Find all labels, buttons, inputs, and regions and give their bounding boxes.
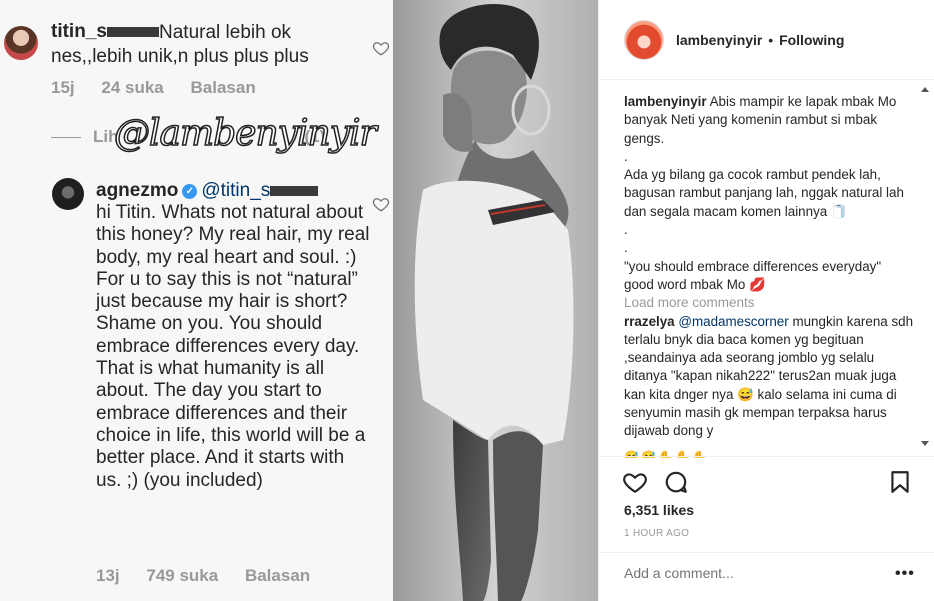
scroll-up-arrow[interactable] [921, 87, 929, 92]
likes-count[interactable]: 6,351 likes [624, 502, 694, 518]
add-comment-bar: ••• [599, 552, 934, 596]
comment-username[interactable]: rrazelya [624, 314, 675, 329]
comment2-header: agnezmo ✓ @titin_s [96, 180, 319, 202]
like-button[interactable] [622, 469, 648, 495]
caption: lambenyinyir Abis mampir ke lapak mbak M… [624, 94, 897, 146]
post-header: lambenyinyir • Following [599, 0, 934, 80]
heart-icon [372, 39, 390, 57]
comments-list[interactable]: lambenyinyir Abis mampir ke lapak mbak M… [624, 93, 914, 453]
comment1-time: 15j [51, 78, 75, 97]
comment1-reply: Balasan [190, 78, 256, 97]
bookmark-icon [891, 471, 909, 493]
comment1-meta: 15j 24 suka Balasan [51, 78, 278, 98]
save-button[interactable] [887, 469, 913, 495]
heart-icon [623, 473, 647, 494]
comment-mention[interactable]: @madamescorner [678, 314, 788, 329]
comment2-meta: 13j 749 suka Balasan [96, 566, 332, 586]
agnezmo-avatar [52, 178, 84, 210]
more-options-button[interactable]: ••• [895, 565, 915, 583]
action-bar [599, 456, 934, 502]
comment-icon [665, 471, 687, 493]
comment1-likes: 24 suka [101, 78, 164, 97]
comment2-reply: Balasan [244, 566, 311, 585]
comment-item: rrazelya @madamescorner mungkin karena s… [624, 313, 914, 439]
censor-bar [270, 185, 319, 196]
post-photo[interactable] [393, 0, 598, 601]
watermark: @lambenyinyir [113, 112, 377, 155]
comment2-likes: 749 suka [146, 566, 219, 585]
embedded-comment-screenshot: titin_s Natural lebih ok nes,,lebih unik… [0, 0, 393, 601]
verified-badge-icon: ✓ [182, 184, 198, 199]
load-more-comments[interactable]: Load more comments [624, 294, 914, 312]
post-sidebar: lambenyinyir • Following lambenyinyir Ab… [598, 0, 934, 601]
reply-divider [51, 137, 81, 139]
scroll-down-arrow[interactable] [921, 441, 929, 446]
photo-illustration [393, 0, 598, 601]
comment1-text: Natural lebih ok nes,,lebih unik,n plus … [51, 22, 309, 67]
profile-avatar[interactable] [624, 20, 664, 60]
following-button[interactable]: Following [779, 32, 844, 48]
add-comment-input[interactable] [624, 565, 864, 581]
commenter-avatar [4, 26, 38, 60]
heart-icon [372, 195, 390, 213]
post-timestamp: 1 HOUR AGO [624, 528, 690, 539]
header-username[interactable]: lambenyinyir [676, 32, 762, 48]
comment-button[interactable] [663, 469, 689, 495]
comment2-time: 13j [96, 566, 120, 585]
comment2-text: hi Titin. Whats not natural about this h… [96, 202, 370, 491]
caption-username[interactable]: lambenyinyir [624, 94, 707, 109]
header-user-line: lambenyinyir • Following [676, 32, 845, 48]
